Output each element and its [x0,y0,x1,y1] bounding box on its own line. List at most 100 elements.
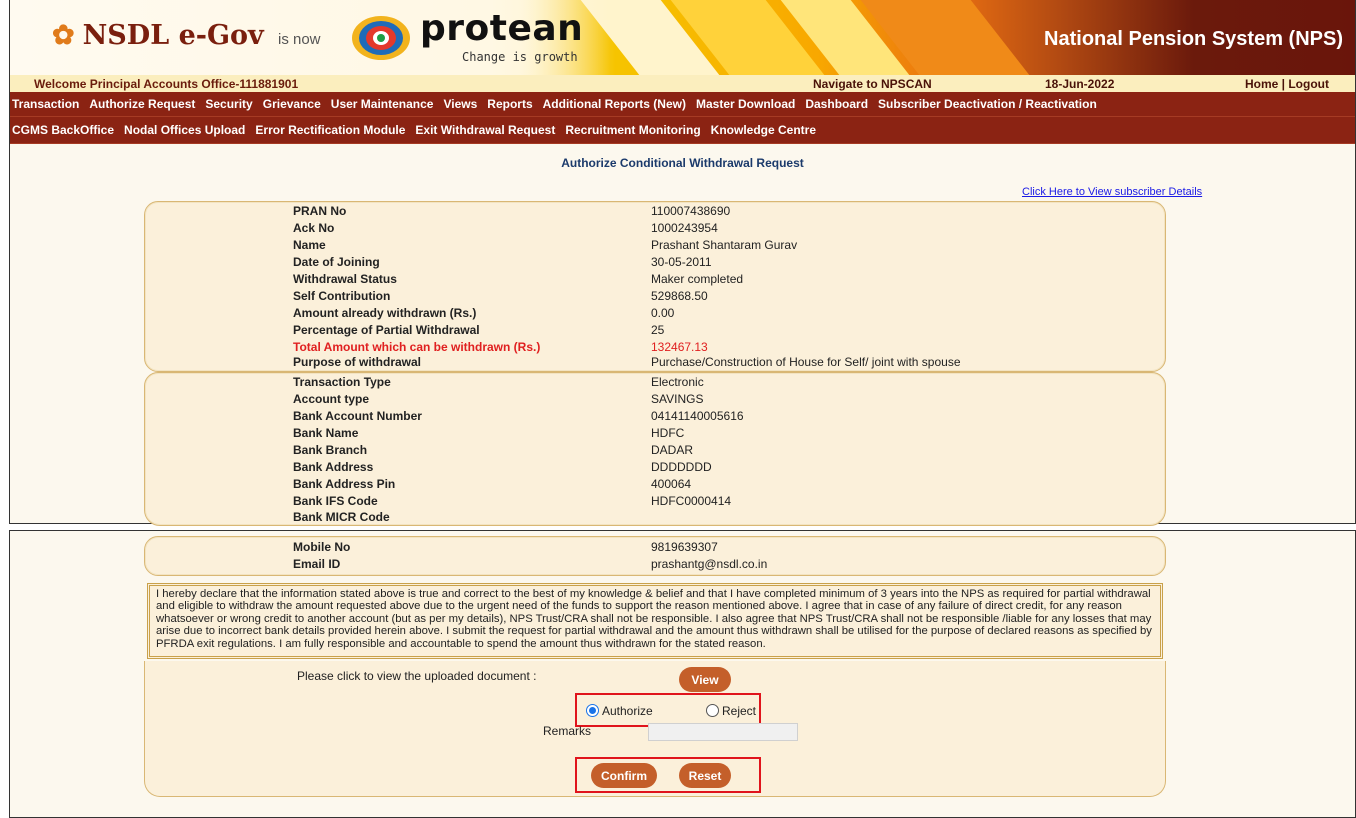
navigate-npscan-link[interactable]: Navigate to NPSCAN [813,77,932,91]
view-document-button[interactable]: View [679,667,731,692]
authorize-radio[interactable] [586,704,599,717]
bank-value: DDDDDDD [651,460,712,474]
bank-row: Bank IFS Code HDFC0000414 [293,493,1193,510]
bank-label: Bank Account Number [293,409,422,423]
detail-value: 1000243954 [651,221,718,235]
current-date: 18-Jun-2022 [1045,76,1115,91]
detail-value: 0.00 [651,306,675,320]
detail-value: 529868.50 [651,289,708,303]
menu-cgms-backoffice[interactable]: CGMS BackOffice [12,123,114,137]
reject-label: Reject [722,704,757,718]
detail-value: 30-05-2011 [651,255,712,269]
detail-value: 110007438690 [651,204,731,218]
bank-label: Bank Name [293,426,359,440]
bank-label: Bank Address Pin [293,477,396,491]
detail-row: PRAN No 110007438690 [293,203,1193,220]
welcome-text: Welcome Principal Accounts Office-111881… [34,76,299,91]
menu-dashboard[interactable]: Dashboard [805,97,868,111]
detail-row: Ack No 1000243954 [293,220,1193,237]
bank-value: 400064 [651,477,692,491]
menu-error-rectification[interactable]: Error Rectification Module [255,123,405,137]
menu-reports[interactable]: Reports [487,97,532,111]
menu-authorize-request[interactable]: Authorize Request [89,97,195,111]
bank-row: Transaction Type Electronic [293,374,1193,391]
bank-label: Bank MICR Code [293,510,390,524]
bank-value: SAVINGS [651,392,704,406]
detail-label: Amount already withdrawn (Rs.) [293,306,477,320]
protean-icon [352,16,410,60]
menu-master-download[interactable]: Master Download [696,97,795,111]
detail-row: Purpose of withdrawal Purchase/Constructi… [293,354,1193,371]
bank-label: Bank Address [293,460,374,474]
nps-title: National Pension System (NPS) [1044,28,1343,50]
bank-label: Bank Branch [293,443,368,457]
bank-label: Account type [293,392,370,406]
detail-label: Ack No [293,221,335,235]
protean-tagline: Change is growth [462,50,578,64]
bank-value: HDFC0000414 [651,494,732,508]
contact-value: 9819639307 [651,540,718,554]
contact-label: Mobile No [293,540,351,554]
bank-row: Account type SAVINGS [293,391,1193,408]
welcome-bar: Welcome Principal Accounts Office-111881… [10,75,1355,92]
bank-value: DADAR [651,443,694,457]
action-panel: Please click to view the uploaded docume… [144,661,1166,797]
site-header: ✿ NSDL e-Gov is now protean Change is gro… [10,0,1355,75]
detail-label: Name [293,238,326,252]
detail-row: Amount already withdrawn (Rs.) 0.00 [293,305,1193,322]
bank-details-panel: Transaction Type Electronic Account type S… [144,372,1166,526]
bank-row: Bank Address Pin 400064 [293,476,1193,493]
withdrawal-details-panel: PRAN No 110007438690 Ack No 1000243954 Nam… [144,201,1166,372]
detail-label: Date of Joining [293,255,380,269]
secondary-menu: CGMS BackOffice Nodal Offices Upload Err… [10,117,1355,144]
is-now-text: is now [278,31,321,48]
confirm-button[interactable]: Confirm [591,763,657,788]
remarks-input[interactable] [648,723,798,741]
detail-label: Withdrawal Status [293,272,397,286]
contact-row: Email ID prashantg@nsdl.co.in [293,556,1193,573]
detail-label: Percentage of Partial Withdrawal [293,323,480,337]
detail-row: Name Prashant Shantaram Gurav [293,237,1193,254]
top-screenshot: ✿ NSDL e-Gov is now protean Change is gro… [9,0,1356,526]
detail-row: Date of Joining 30-05-2011 [293,254,1193,271]
bank-value: 04141140005616 [651,409,744,423]
authorize-label: Authorize [602,704,653,718]
detail-row: Self Contribution 529868.50 [293,288,1193,305]
bank-row: Bank Address DDDDDDD [293,459,1193,476]
home-logout-links[interactable]: Home | Logout [1245,77,1329,91]
menu-transaction[interactable]: Transaction [12,97,79,111]
detail-row: Withdrawal Status Maker completed [293,271,1193,288]
detail-value: Maker completed [651,272,744,286]
bank-row: Bank MICR Code [293,509,1193,526]
menu-nodal-offices-upload[interactable]: Nodal Offices Upload [124,123,245,137]
menu-views[interactable]: Views [443,97,477,111]
menu-subscriber-deactivation[interactable]: Subscriber Deactivation / Reactivation [878,97,1097,111]
menu-grievance[interactable]: Grievance [263,97,321,111]
protean-logo-text: protean [420,8,584,49]
nsdl-icon: ✿ [52,20,75,51]
nsdl-logo: ✿ NSDL e-Gov [52,20,264,51]
reset-button[interactable]: Reset [679,763,731,788]
decision-highlight: Authorize Reject [575,693,761,727]
menu-user-maintenance[interactable]: User Maintenance [331,97,434,111]
bank-value: Electronic [651,375,704,389]
menu-security[interactable]: Security [205,97,252,111]
actions-highlight: Confirm Reset [575,757,761,793]
uploaded-document-label: Please click to view the uploaded docume… [297,669,537,683]
view-subscriber-details-link[interactable]: Click Here to View subscriber Details [1022,186,1202,198]
contact-details-panel: Mobile No 9819639307 Email ID prashantg@ns… [144,536,1166,576]
bank-label: Bank IFS Code [293,494,378,508]
menu-knowledge-centre[interactable]: Knowledge Centre [711,123,816,137]
bank-row: Bank Branch DADAR [293,442,1193,459]
bank-label: Transaction Type [293,375,391,389]
detail-label: PRAN No [293,204,347,218]
menu-recruitment-monitoring[interactable]: Recruitment Monitoring [565,123,700,137]
detail-row: Percentage of Partial Withdrawal 25 [293,322,1193,339]
contact-row: Mobile No 9819639307 [293,539,1193,556]
detail-value: 25 [651,323,665,337]
menu-additional-reports[interactable]: Additional Reports (New) [543,97,686,111]
contact-value: prashantg@nsdl.co.in [651,557,768,571]
menu-exit-withdrawal-request[interactable]: Exit Withdrawal Request [415,123,555,137]
contact-label: Email ID [293,557,341,571]
reject-radio[interactable] [706,704,719,717]
